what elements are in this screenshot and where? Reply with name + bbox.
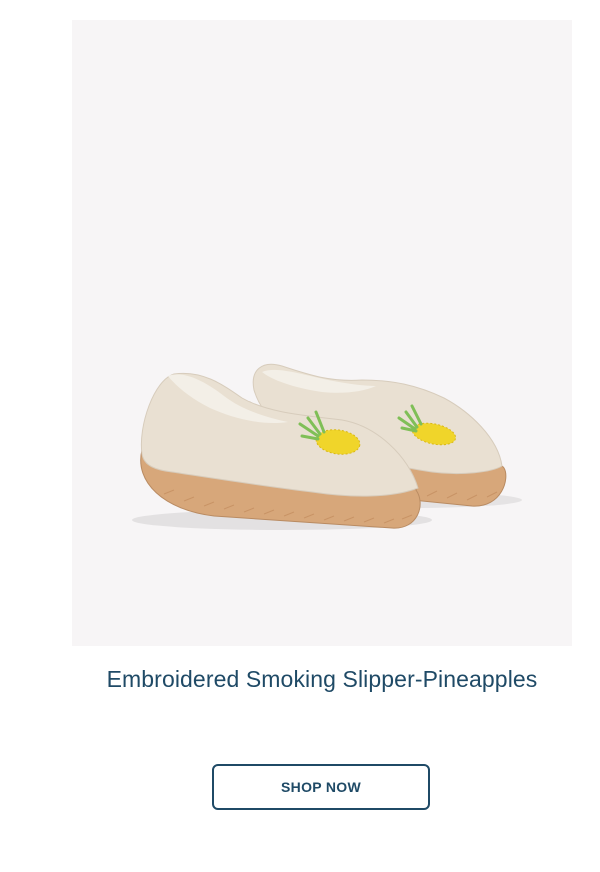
product-image[interactable] — [72, 20, 572, 646]
product-photo — [132, 363, 522, 530]
shop-now-button[interactable]: SHOP NOW — [212, 764, 430, 810]
product-title[interactable]: Embroidered Smoking Slipper-Pineapples — [60, 662, 584, 697]
product-card: Embroidered Smoking Slipper-Pineapples S… — [0, 0, 600, 872]
